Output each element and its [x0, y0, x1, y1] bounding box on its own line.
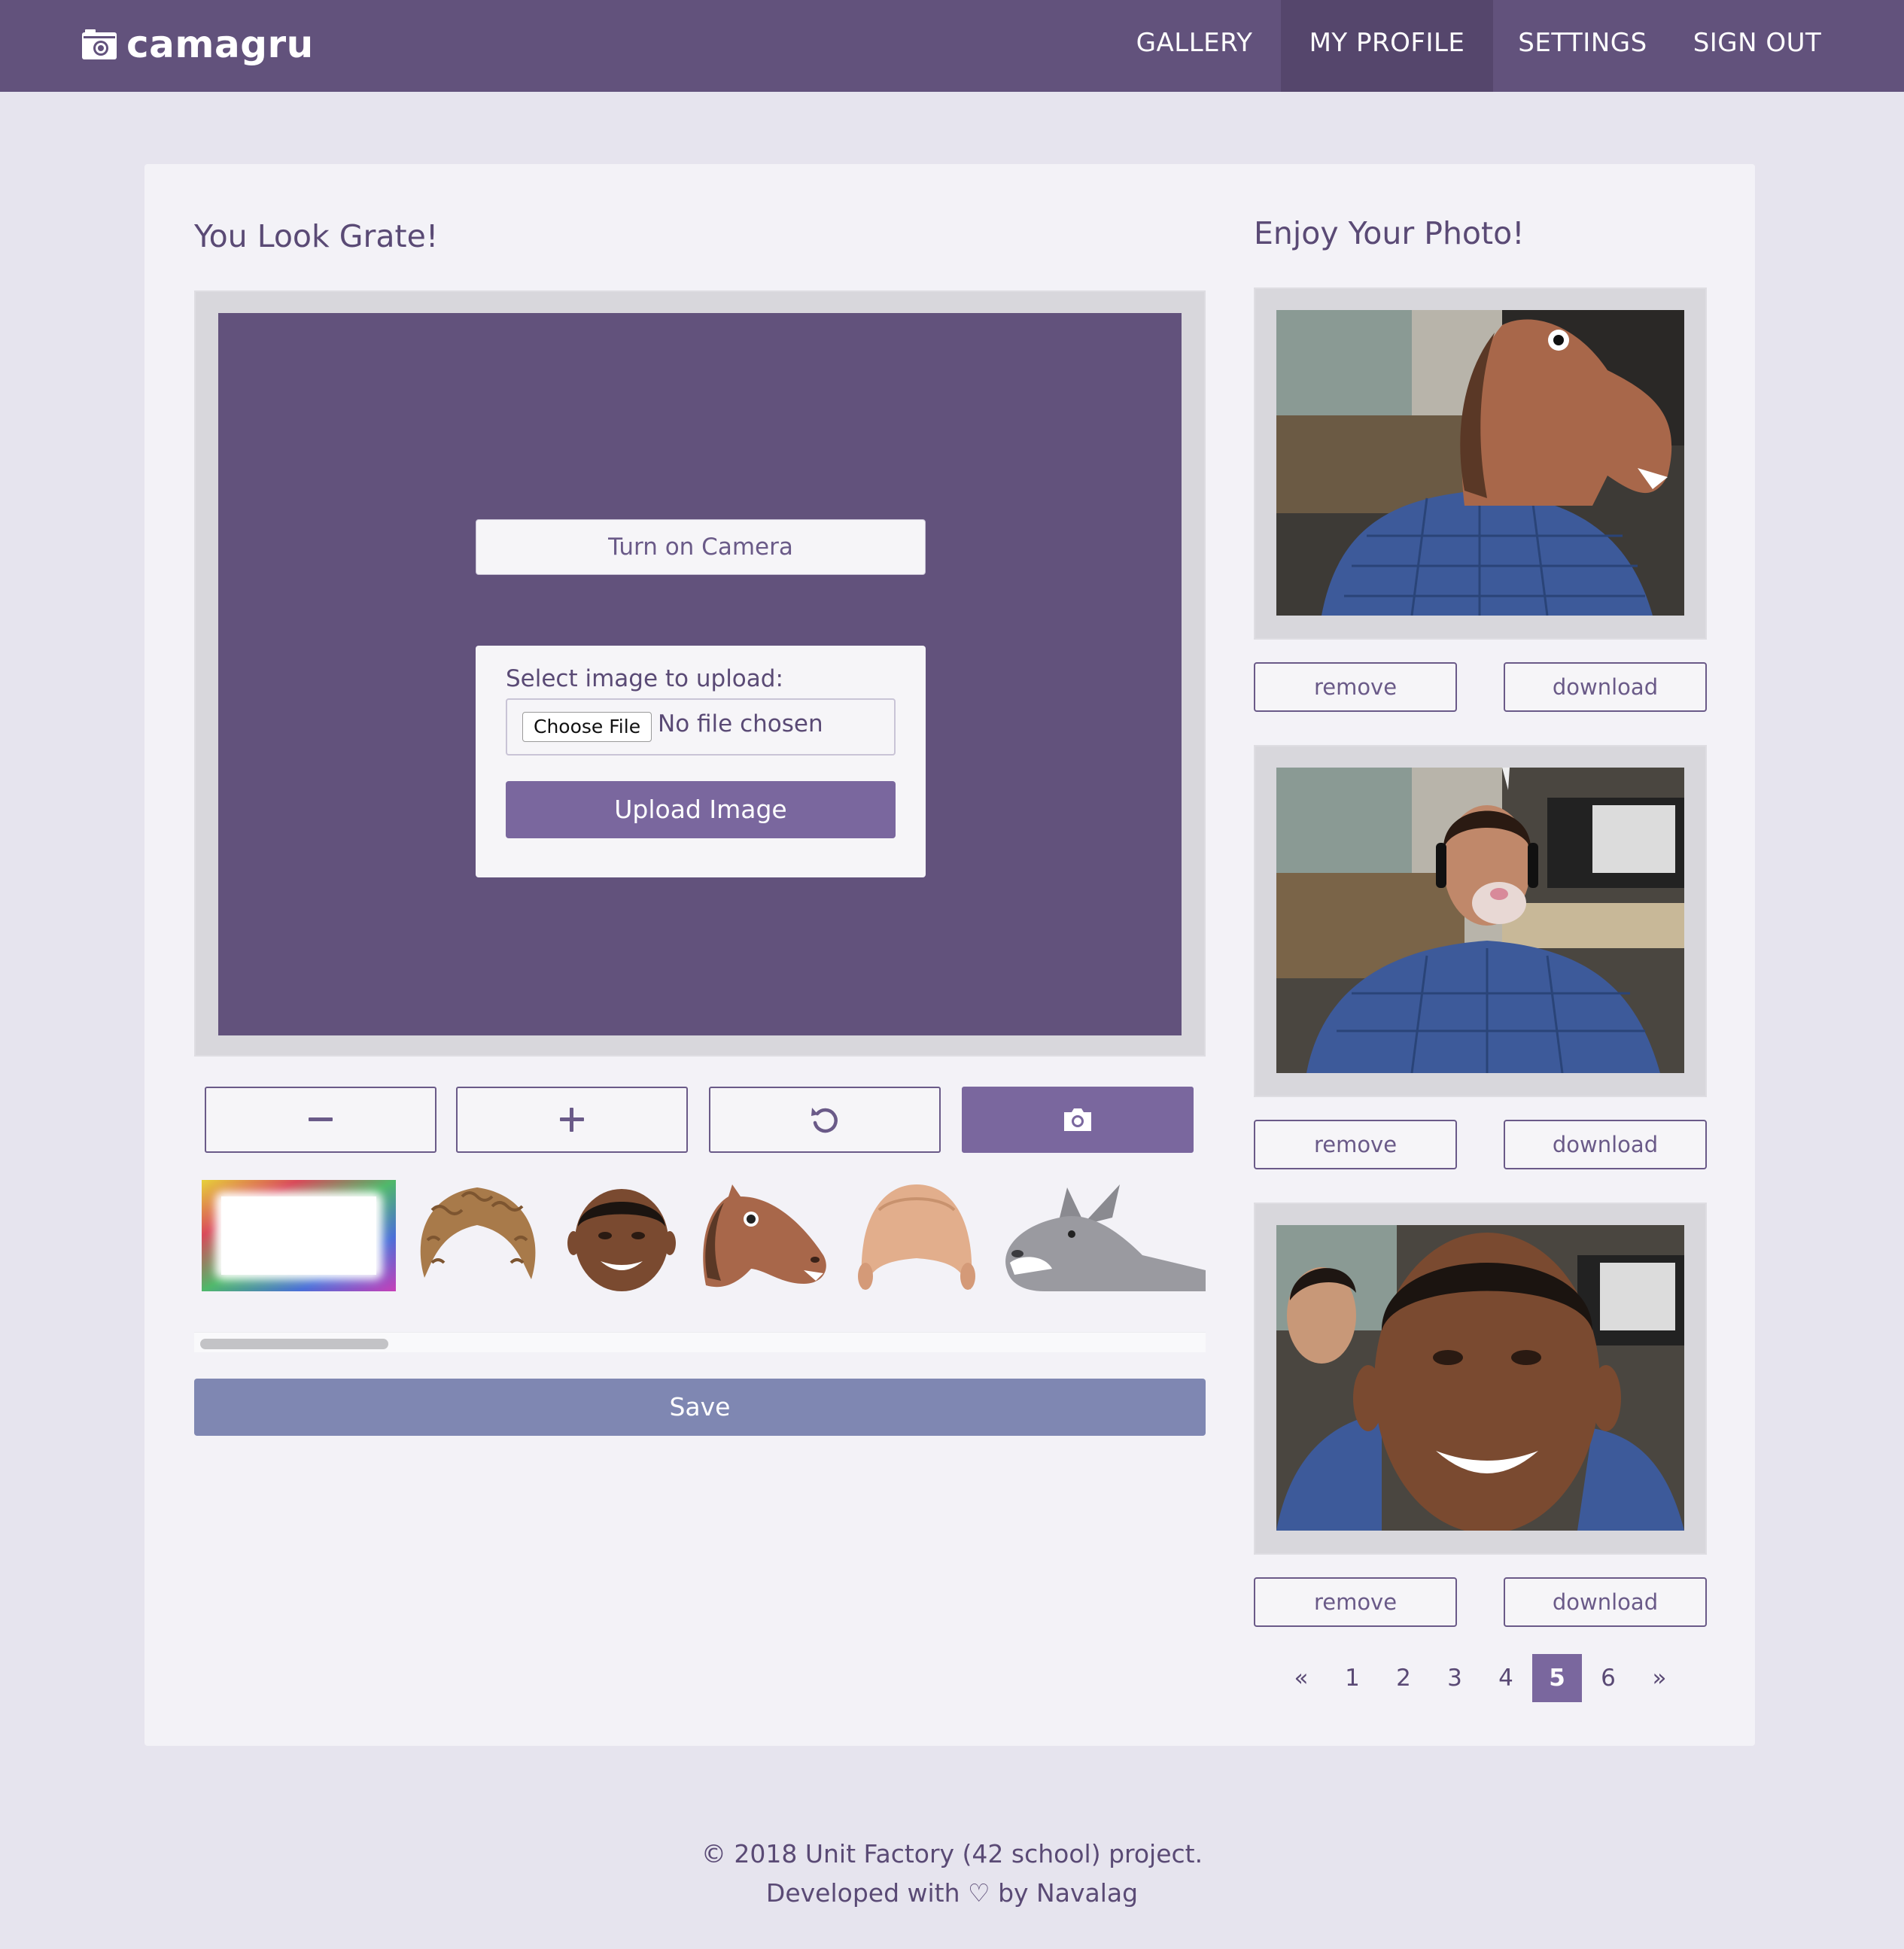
download-button[interactable]: download	[1504, 1577, 1707, 1627]
minus-icon	[309, 1117, 333, 1121]
photo-thumbnail[interactable]	[1276, 768, 1684, 1073]
celebrity-face-sticker[interactable]	[561, 1180, 682, 1291]
pagination-page-1[interactable]: 1	[1328, 1654, 1377, 1702]
upload-image-button[interactable]: Upload Image	[506, 781, 896, 838]
reset-button[interactable]	[709, 1087, 941, 1153]
save-button[interactable]: Save	[194, 1379, 1206, 1436]
file-input[interactable]: Choose File No file chosen	[506, 698, 896, 756]
gallery-title: Enjoy Your Photo!	[1254, 215, 1525, 251]
plus-icon	[560, 1108, 584, 1132]
zoom-in-button[interactable]	[456, 1087, 688, 1153]
pagination-next[interactable]: »	[1635, 1654, 1684, 1702]
pagination-page-2[interactable]: 2	[1379, 1654, 1428, 1702]
sticker-strip[interactable]	[194, 1180, 1206, 1291]
sticker-scrollbar[interactable]	[194, 1332, 1206, 1352]
photo-card-1	[1254, 287, 1707, 640]
bald-cap-sticker[interactable]	[849, 1180, 984, 1291]
photo-thumbnail[interactable]	[1276, 310, 1684, 616]
photo-card-3	[1254, 1203, 1707, 1555]
camera-icon	[1064, 1108, 1091, 1131]
file-status: No file chosen	[658, 710, 823, 737]
editor-title: You Look Grate!	[194, 218, 439, 254]
upload-panel: Select image to upload: Choose File No f…	[476, 646, 926, 877]
turn-on-camera-button[interactable]: Turn on Camera	[476, 519, 926, 575]
download-button[interactable]: download	[1504, 662, 1707, 712]
photo-thumbnail[interactable]	[1276, 1225, 1684, 1531]
download-button[interactable]: download	[1504, 1120, 1707, 1169]
remove-button[interactable]: remove	[1254, 662, 1457, 712]
donkey-head-sticker[interactable]	[999, 1180, 1206, 1291]
camera-preview: Turn on Camera Select image to upload: C…	[218, 313, 1182, 1035]
nav-my-profile[interactable]: MY PROFILE	[1281, 0, 1493, 92]
nav-settings[interactable]: SETTINGS	[1510, 0, 1656, 92]
footer-copyright: © 2018 Unit Factory (42 school) project.	[701, 1839, 1203, 1868]
choose-file-button[interactable]: Choose File	[522, 712, 652, 742]
remove-button[interactable]: remove	[1254, 1120, 1457, 1169]
preview-frame: Turn on Camera Select image to upload: C…	[194, 290, 1206, 1057]
photo-card-2	[1254, 745, 1707, 1097]
upload-label: Select image to upload:	[506, 665, 783, 692]
footer-credits: Developed with ♡ by Navalag	[765, 1878, 1139, 1908]
pagination-prev[interactable]: «	[1276, 1654, 1326, 1702]
zoom-out-button[interactable]	[205, 1087, 436, 1153]
nav-gallery[interactable]: GALLERY	[1124, 0, 1264, 92]
remove-button[interactable]: remove	[1254, 1577, 1457, 1627]
scrollbar-thumb[interactable]	[200, 1339, 388, 1349]
rainbow-frame-sticker[interactable]	[202, 1180, 396, 1291]
nav-sign-out[interactable]: SIGN OUT	[1672, 0, 1842, 92]
rotate-ccw-icon	[811, 1108, 838, 1133]
pagination-page-5-current[interactable]: 5	[1532, 1654, 1582, 1702]
profile-card: You Look Grate! Turn on Camera Select im…	[144, 164, 1755, 1746]
brand-name: camagru	[126, 23, 314, 66]
pagination-page-4[interactable]: 4	[1481, 1654, 1531, 1702]
curly-wig-sticker[interactable]	[409, 1180, 545, 1291]
top-navbar: camagru GALLERY MY PROFILE SETTINGS SIGN…	[0, 0, 1904, 92]
camera-icon	[82, 29, 117, 59]
capture-button[interactable]	[962, 1087, 1194, 1153]
brand-link[interactable]: camagru	[81, 23, 314, 66]
horse-mask-sticker[interactable]	[691, 1180, 834, 1291]
pagination-page-6[interactable]: 6	[1583, 1654, 1633, 1702]
pagination-page-3[interactable]: 3	[1430, 1654, 1480, 1702]
